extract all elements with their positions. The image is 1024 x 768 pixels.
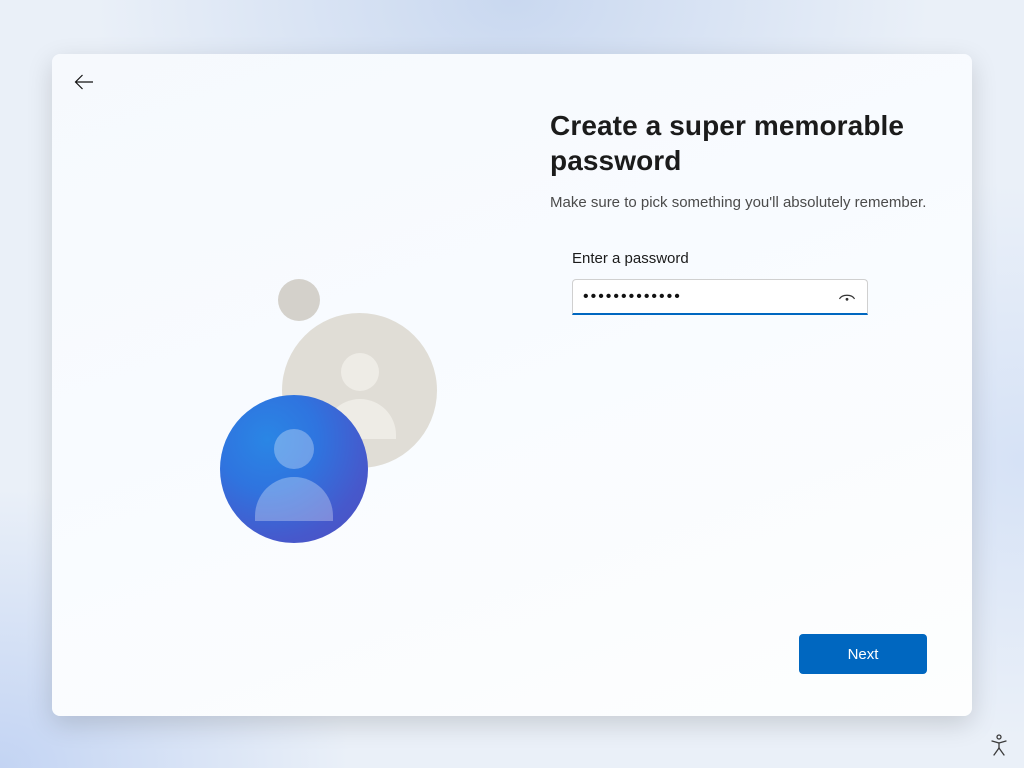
accessibility-button[interactable] xyxy=(986,732,1012,758)
content-column: Create a super memorable password Make s… xyxy=(550,108,940,211)
page-subtitle: Make sure to pick something you'll absol… xyxy=(550,194,940,211)
password-label: Enter a password xyxy=(572,250,868,267)
user-avatar-icon xyxy=(278,279,320,321)
password-input[interactable] xyxy=(583,280,823,313)
oobe-card: Create a super memorable password Make s… xyxy=(52,54,972,716)
password-reveal-button[interactable] xyxy=(831,280,863,313)
page-title: Create a super memorable password xyxy=(550,108,940,178)
user-avatar-icon xyxy=(220,395,368,543)
back-arrow-icon xyxy=(74,74,94,90)
avatar-illustration xyxy=(172,279,452,559)
password-input-wrap xyxy=(572,279,868,315)
password-field-block: Enter a password xyxy=(572,250,868,315)
password-reveal-icon xyxy=(838,290,856,304)
next-button[interactable]: Next xyxy=(799,634,927,674)
accessibility-icon xyxy=(989,734,1009,756)
back-button[interactable] xyxy=(70,68,98,96)
